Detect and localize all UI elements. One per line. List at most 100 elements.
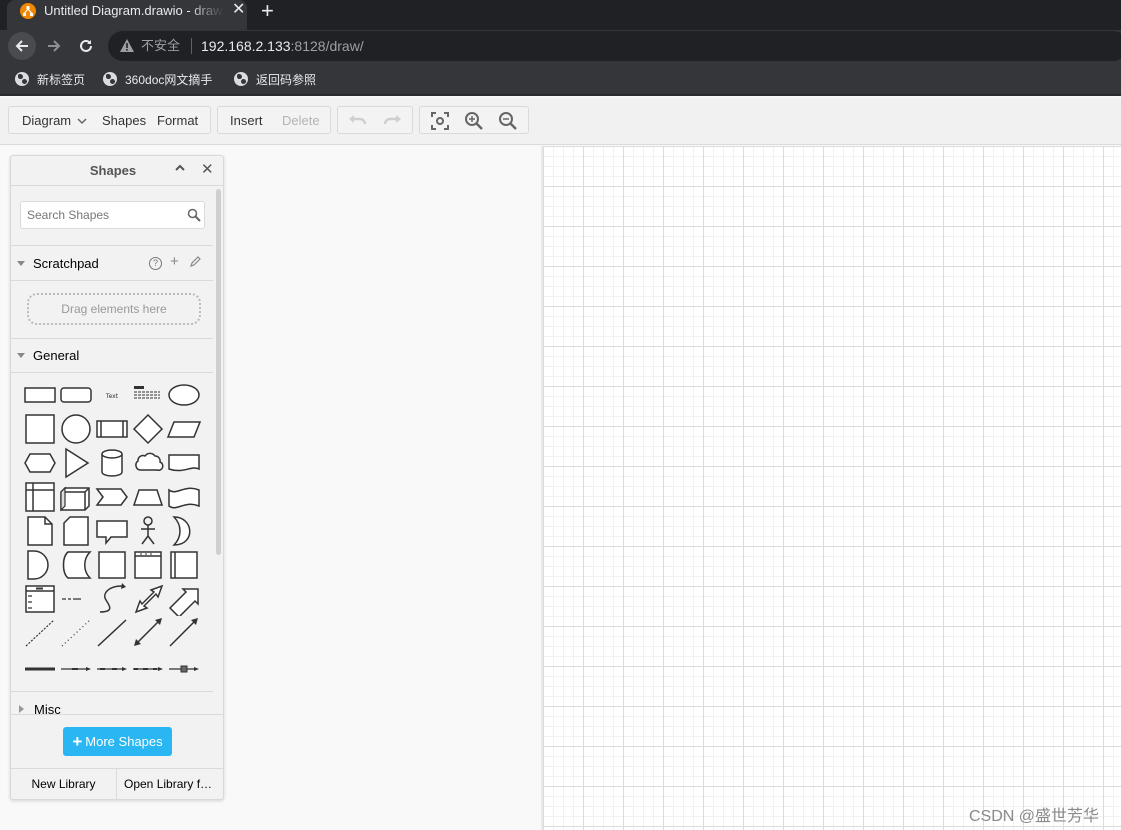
shape-cube[interactable] (58, 480, 94, 514)
open-library-label: Open Library from… (124, 777, 216, 791)
fit-page-icon[interactable] (430, 111, 450, 131)
shapes-panel: Shapes ✕ Scratchpad ? + Drag elements he… (10, 155, 224, 800)
shape-text[interactable]: Text (94, 378, 130, 412)
shape-textbox[interactable] (130, 378, 166, 412)
more-shapes-button[interactable]: + More Shapes (63, 727, 172, 756)
general-shapes-grid: Text (11, 378, 215, 688)
shape-tape[interactable] (166, 480, 202, 514)
delete-button[interactable]: Delete (282, 113, 320, 129)
zoom-in-icon[interactable] (464, 111, 484, 131)
reload-button[interactable] (72, 32, 100, 60)
shape-container[interactable] (94, 548, 130, 582)
shape-list[interactable] (22, 582, 58, 616)
new-tab-button[interactable]: + (261, 0, 274, 22)
shape-callout[interactable] (94, 514, 130, 548)
new-library-button[interactable]: New Library (11, 769, 117, 799)
shape-or[interactable] (166, 514, 202, 548)
shape-cylinder[interactable] (94, 446, 130, 480)
undo-icon[interactable] (348, 111, 368, 131)
shape-diamond[interactable] (130, 412, 166, 446)
browser-nav-bar: 不安全 192.168.2.133:8128/draw/ (0, 30, 1121, 62)
pencil-icon[interactable] (189, 256, 201, 268)
security-status[interactable]: 不安全 (141, 38, 180, 54)
shape-rounded-rectangle[interactable] (58, 378, 94, 412)
shape-data-storage[interactable] (58, 548, 94, 582)
scrollbar[interactable] (216, 189, 221, 555)
shape-container-vertical[interactable] (166, 548, 202, 582)
url-text[interactable]: 192.168.2.133:8128/draw/ (201, 37, 364, 55)
redo-icon[interactable] (382, 111, 402, 131)
address-bar[interactable]: 不安全 192.168.2.133:8128/draw/ (108, 31, 1121, 61)
arrow-left-icon (15, 40, 28, 52)
shape-square[interactable] (22, 412, 58, 446)
back-button[interactable] (8, 32, 36, 60)
search-input[interactable] (27, 208, 182, 222)
bookmark-item[interactable]: 返回码参照 (234, 71, 316, 87)
collapse-icon[interactable] (175, 161, 185, 175)
expand-triangle-icon (17, 352, 25, 358)
open-library-button[interactable]: Open Library from… (117, 769, 223, 799)
shape-bidirectional-arrow[interactable] (130, 582, 166, 616)
shape-cloud[interactable] (130, 446, 166, 480)
shapes-toggle-button[interactable]: Shapes (102, 113, 146, 129)
diagram-canvas[interactable] (541, 146, 1121, 830)
diagram-label: Diagram (22, 113, 72, 128)
shape-hexagon[interactable] (22, 446, 58, 480)
shape-actor[interactable] (130, 514, 166, 548)
shape-dashed-line[interactable] (22, 616, 58, 650)
search-icon[interactable] (187, 208, 201, 222)
tab-title: Untitled Diagram.drawio - draw.io (44, 3, 224, 18)
shape-arrow[interactable] (166, 582, 202, 619)
shape-connector-symbol[interactable] (166, 652, 202, 686)
add-icon[interactable]: + (170, 253, 179, 270)
shape-curve[interactable] (94, 582, 130, 616)
shape-process[interactable] (94, 412, 130, 446)
search-box[interactable] (20, 201, 205, 229)
shape-internal-storage[interactable] (22, 480, 58, 514)
shape-triangle[interactable] (58, 446, 94, 480)
shape-card[interactable] (58, 514, 94, 548)
shape-connector-label[interactable] (58, 652, 94, 686)
reload-icon (80, 39, 92, 52)
shape-line[interactable] (94, 616, 130, 650)
close-icon[interactable]: ✕ (201, 160, 214, 178)
shape-container-titled[interactable] (130, 548, 166, 582)
shape-note[interactable] (22, 514, 58, 548)
shape-list-item[interactable] (58, 582, 94, 616)
help-icon[interactable]: ? (149, 257, 162, 270)
shape-document[interactable] (166, 446, 202, 480)
bookmark-item[interactable]: 新标签页 (15, 71, 85, 87)
diagram-menu-button[interactable]: Diagram (22, 113, 87, 129)
shape-ellipse[interactable] (166, 378, 202, 412)
tab-close-icon[interactable]: ✕ (232, 2, 245, 18)
expand-triangle-icon (17, 260, 25, 266)
insert-button[interactable]: Insert (230, 113, 263, 129)
collapsed-triangle-icon (19, 705, 24, 713)
shapes-panel-header[interactable]: Shapes ✕ (11, 156, 223, 186)
bookmark-label: 返回码参照 (256, 72, 317, 87)
shape-connector-3-labels[interactable] (130, 652, 166, 686)
library-bar: New Library Open Library from… (11, 768, 223, 799)
shape-and[interactable] (22, 548, 58, 582)
browser-tab[interactable]: Untitled Diagram.drawio - draw.io ✕ (7, 0, 247, 30)
shape-directional-connector[interactable] (166, 616, 202, 650)
format-toggle-button[interactable]: Format (157, 113, 198, 129)
divider (11, 691, 213, 692)
bookmark-label: 新标签页 (37, 72, 86, 87)
shape-rectangle[interactable] (22, 378, 58, 412)
shape-dotted-line[interactable] (58, 616, 94, 650)
zoom-out-icon[interactable] (498, 111, 518, 131)
bookmark-item[interactable]: 360doc网文摘手 (103, 71, 212, 87)
forward-button[interactable] (40, 32, 68, 60)
shape-link[interactable] (22, 652, 58, 686)
scratchpad-header[interactable]: Scratchpad (17, 253, 99, 273)
shape-step[interactable] (94, 480, 130, 514)
general-header[interactable]: General (17, 345, 79, 365)
shape-trapezoid[interactable] (130, 480, 166, 514)
shape-circle[interactable] (58, 412, 94, 446)
shape-connector-2-labels[interactable] (94, 652, 130, 686)
shape-parallelogram[interactable] (166, 412, 202, 446)
shape-bidirectional-connector[interactable] (130, 616, 166, 650)
scratchpad-drop-zone[interactable]: Drag elements here (27, 293, 201, 325)
warning-icon[interactable] (120, 39, 134, 52)
